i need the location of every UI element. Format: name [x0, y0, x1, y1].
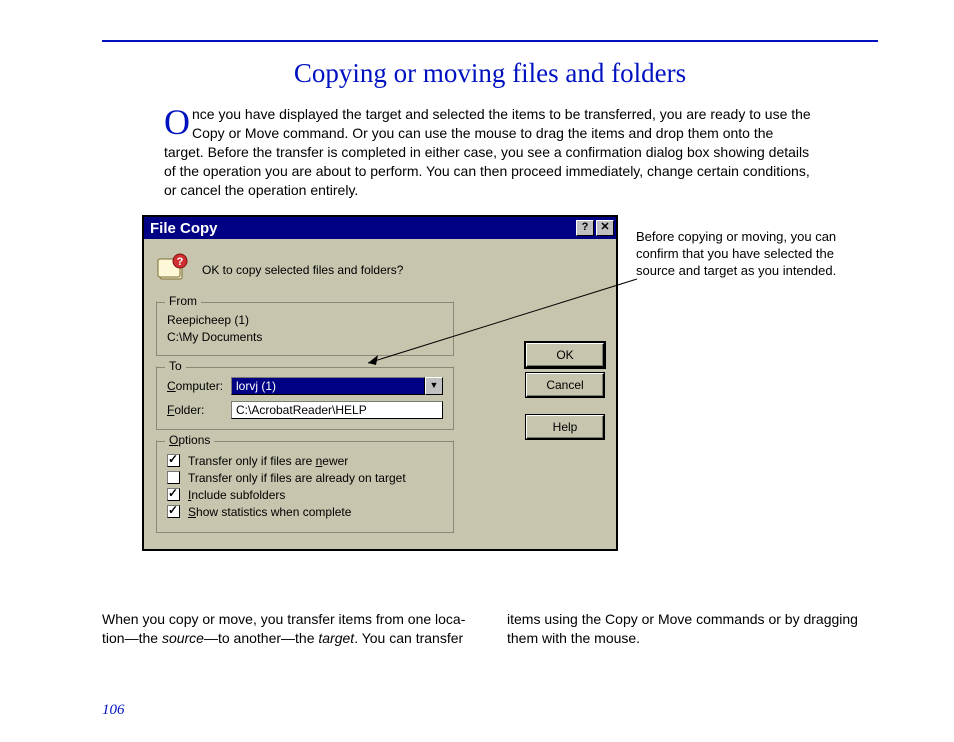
intro-text: nce you have displayed the target and se… — [164, 106, 811, 198]
checkbox-icon[interactable] — [167, 505, 180, 518]
opt-include-subfolders[interactable]: Include subfolders — [167, 488, 443, 502]
opt-show-statistics[interactable]: Show statistics when complete — [167, 505, 443, 519]
to-legend: To — [165, 359, 186, 373]
close-icon[interactable]: ✕ — [596, 220, 614, 236]
checkbox-icon[interactable] — [167, 454, 180, 467]
help-button[interactable]: Help — [526, 415, 604, 439]
file-copy-dialog: File Copy ? ✕ ? OK to copy selected file… — [142, 215, 618, 550]
opt-already-on-target[interactable]: Transfer only if files are already on ta… — [167, 471, 443, 485]
checkbox-icon[interactable] — [167, 471, 180, 484]
titlebar[interactable]: File Copy ? ✕ — [144, 217, 616, 239]
folder-input[interactable]: C:\AcrobatReader\HELP — [231, 401, 443, 419]
from-path: C:\My Documents — [167, 329, 443, 345]
ok-button[interactable]: OK — [526, 343, 604, 367]
options-legend: Options — [165, 433, 214, 447]
opt-label: Include subfolders — [188, 488, 285, 502]
help-icon[interactable]: ? — [576, 220, 594, 236]
to-group: To Computer: lorvj (1) ▼ Folder: C:\Acro… — [156, 366, 454, 430]
from-group: From Reepicheep (1) C:\My Documents — [156, 301, 454, 355]
question-icon: ? — [156, 253, 190, 287]
svg-text:?: ? — [177, 256, 184, 268]
computer-combo[interactable]: lorvj (1) — [231, 377, 425, 395]
cancel-button[interactable]: Cancel — [526, 373, 604, 397]
intro-paragraph: Once you have displayed the target and s… — [164, 105, 816, 199]
from-computer: Reepicheep (1) — [167, 312, 443, 328]
column-right: items using the Copy or Move commands or… — [507, 610, 878, 648]
dropcap: O — [164, 105, 192, 137]
opt-newer[interactable]: Transfer only if files are newer — [167, 454, 443, 468]
computer-label: Computer: — [167, 379, 231, 393]
checkbox-icon[interactable] — [167, 488, 180, 501]
page-title: Copying or moving files and folders — [102, 58, 878, 89]
column-left: When you copy or move, you transfer item… — [102, 610, 473, 648]
prompt-text: OK to copy selected files and folders? — [202, 263, 403, 277]
from-legend: From — [165, 294, 201, 308]
titlebar-text: File Copy — [150, 220, 574, 237]
folder-label: Folder: — [167, 403, 231, 417]
opt-label: Transfer only if files are already on ta… — [188, 471, 406, 485]
opt-label: Show statistics when complete — [188, 505, 351, 519]
page-number: 106 — [102, 702, 125, 719]
chevron-down-icon[interactable]: ▼ — [425, 377, 443, 395]
options-group: Options Transfer only if files are newer… — [156, 440, 454, 533]
top-rule — [102, 40, 878, 42]
callout-text: Before copying or moving, you can confir… — [636, 229, 866, 280]
opt-label: Transfer only if files are newer — [188, 454, 348, 468]
